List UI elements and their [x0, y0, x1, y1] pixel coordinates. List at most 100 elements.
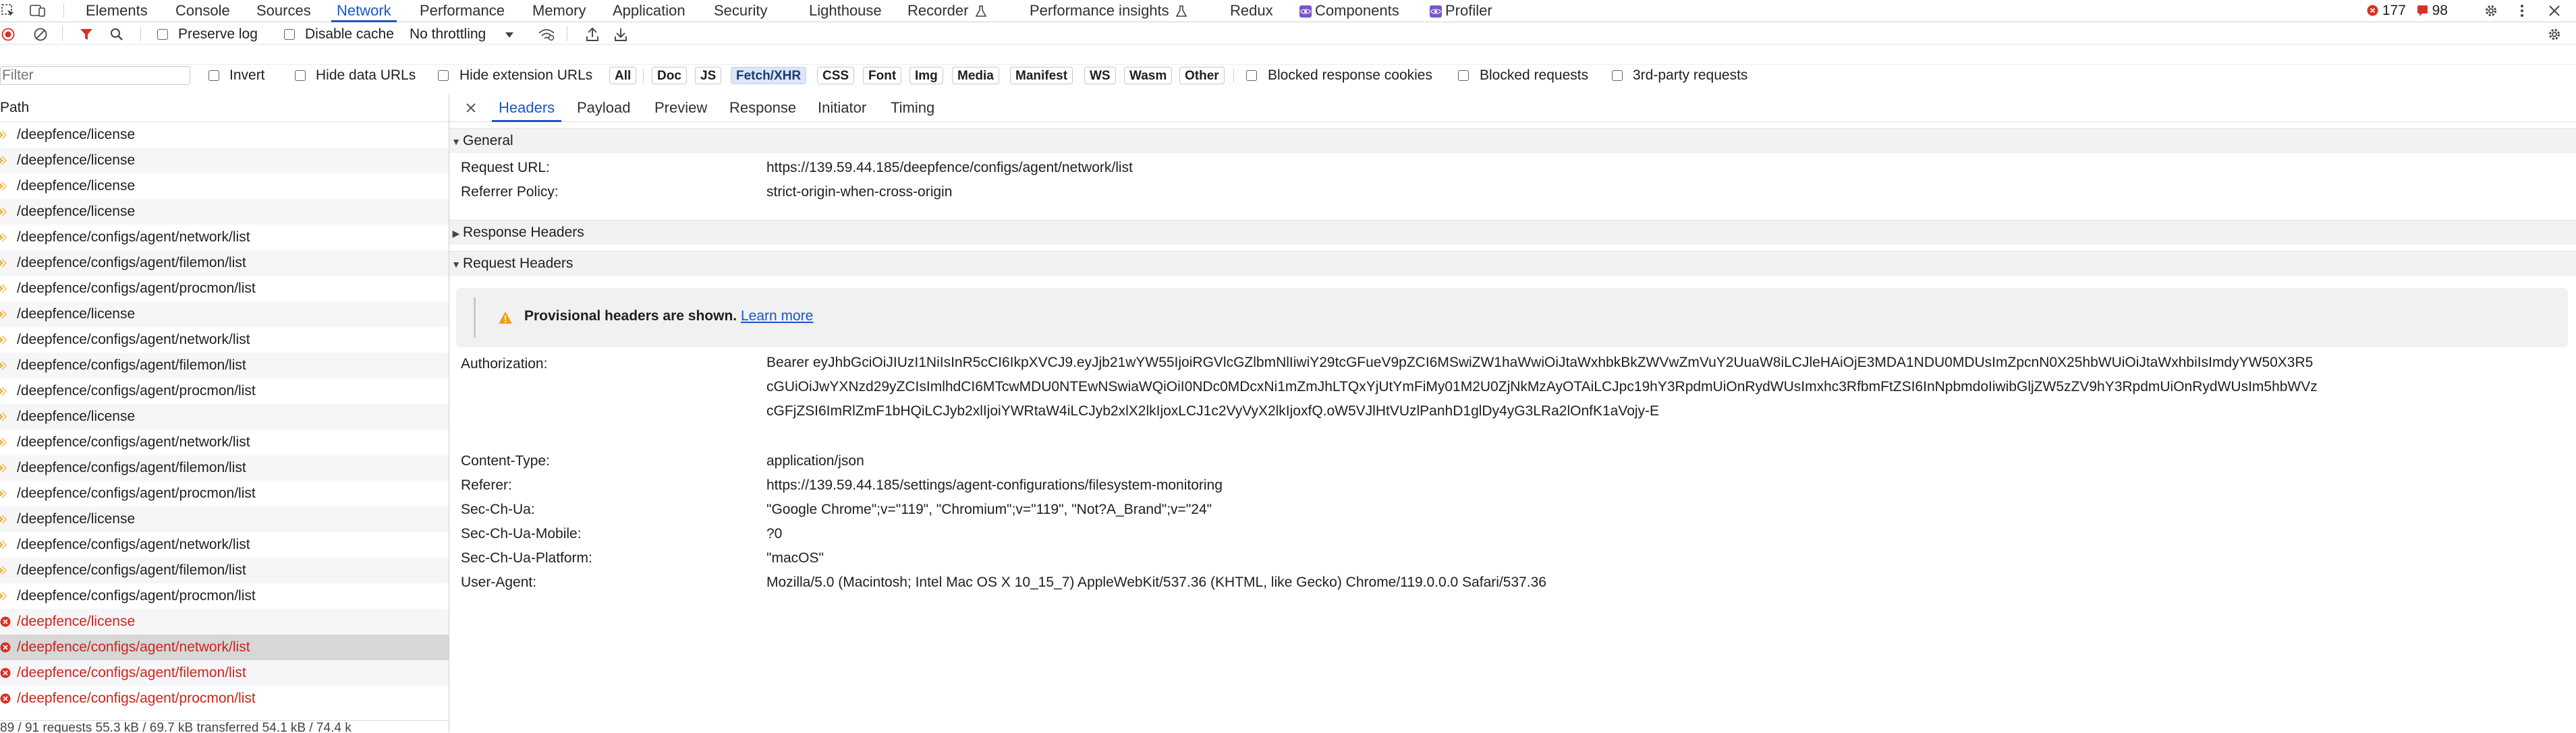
request-row[interactable]: /deepfence/configs/agent/filemon/list — [0, 353, 449, 378]
import-har-icon[interactable] — [586, 27, 599, 42]
xhr-request-icon — [0, 284, 7, 293]
type-filter-img[interactable]: Img — [909, 67, 943, 84]
issue-counters[interactable]: 177 98 — [2367, 0, 2448, 22]
general-section-header[interactable]: ▼ General — [449, 128, 2576, 153]
request-row[interactable]: /deepfence/configs/agent/filemon/list — [0, 455, 449, 481]
tab-response[interactable]: Response — [729, 94, 796, 121]
request-row[interactable]: /deepfence/license — [0, 148, 449, 173]
error-icon — [0, 642, 11, 653]
request-path: /deepfence/configs/agent/procmon/list — [17, 383, 256, 399]
tab-performance[interactable]: Performance — [420, 0, 505, 22]
response-headers-section-header[interactable]: ▶ Response Headers — [449, 220, 2576, 245]
disable-cache-checkbox[interactable] — [284, 29, 295, 40]
request-headers-section-header[interactable]: ▼ Request Headers — [449, 251, 2576, 276]
type-filter-font[interactable]: Font — [863, 67, 902, 84]
preserve-log-checkbox[interactable] — [157, 29, 168, 40]
invert-checkbox[interactable] — [208, 70, 219, 81]
request-row[interactable]: /deepfence/configs/agent/procmon/list — [0, 276, 449, 301]
request-row[interactable]: /deepfence/license — [0, 173, 449, 199]
request-row[interactable]: /deepfence/configs/agent/procmon/list — [0, 686, 449, 711]
tab-redux[interactable]: Redux — [1230, 0, 1273, 22]
xhr-request-icon — [0, 361, 7, 370]
type-filter-css[interactable]: CSS — [817, 67, 855, 84]
request-row[interactable]: /deepfence/license — [0, 404, 449, 430]
tab-console[interactable]: Console — [175, 0, 230, 22]
type-filter-all[interactable]: All — [609, 67, 637, 84]
export-har-icon[interactable] — [614, 27, 627, 42]
type-filter-manifest[interactable]: Manifest — [1010, 67, 1073, 84]
close-details-icon[interactable] — [466, 102, 476, 113]
close-devtools-icon[interactable] — [2548, 5, 2560, 17]
warning-icon — [499, 312, 512, 324]
tab-recorder[interactable]: Recorder — [907, 0, 986, 22]
experiment-flask-icon — [1175, 5, 1187, 17]
disable-cache-label: Disable cache — [305, 26, 394, 42]
tab-memory[interactable]: Memory — [532, 0, 586, 22]
tab-network[interactable]: Network — [331, 0, 397, 22]
type-filter-js[interactable]: JS — [695, 67, 722, 84]
type-filter-other[interactable]: Other — [1179, 67, 1225, 84]
request-row[interactable]: /deepfence/configs/agent/network/list — [0, 225, 449, 250]
hide-extension-urls-checkbox[interactable] — [438, 70, 449, 81]
learn-more-link[interactable]: Learn more — [741, 308, 813, 324]
tab-components[interactable]: Components — [1299, 0, 1399, 22]
hide-extension-urls-label: Hide extension URLs — [459, 67, 593, 83]
third-party-requests-checkbox[interactable] — [1612, 70, 1623, 81]
settings-gear-icon[interactable] — [2484, 3, 2498, 18]
tab-timing[interactable]: Timing — [891, 94, 934, 121]
request-row[interactable]: /deepfence/license — [0, 199, 449, 225]
type-filter-wasm[interactable]: Wasm — [1124, 67, 1173, 84]
request-row[interactable]: /deepfence/configs/agent/procmon/list — [0, 378, 449, 404]
blocked-response-cookies-label: Blocked response cookies — [1268, 67, 1432, 83]
tab-performance-insights[interactable]: Performance insights — [1030, 0, 1187, 22]
tab-application[interactable]: Application — [613, 0, 685, 22]
type-filter-fetch-xhr[interactable]: Fetch/XHR — [731, 67, 807, 84]
more-options-icon[interactable] — [2519, 3, 2525, 18]
search-icon[interactable] — [110, 28, 123, 41]
request-row[interactable]: /deepfence/license — [0, 301, 449, 327]
third-party-requests-label: 3rd-party requests — [1633, 67, 1748, 83]
tab-headers[interactable]: Headers — [491, 94, 562, 122]
type-filter-doc[interactable]: Doc — [652, 67, 687, 84]
throttling-select[interactable]: No throttling — [410, 26, 514, 42]
request-row[interactable]: /deepfence/license — [0, 506, 449, 532]
request-path: /deepfence/configs/agent/filemon/list — [17, 562, 246, 578]
warning-count: 98 — [2432, 3, 2448, 18]
tab-sources[interactable]: Sources — [256, 0, 311, 22]
blocked-requests-checkbox[interactable] — [1458, 70, 1469, 81]
tab-profiler[interactable]: Profiler — [1430, 0, 1492, 22]
type-filter-ws[interactable]: WS — [1084, 67, 1116, 84]
tab-initiator[interactable]: Initiator — [818, 94, 866, 121]
blocked-response-cookies-checkbox[interactable] — [1246, 70, 1257, 81]
tab-elements[interactable]: Elements — [86, 0, 148, 22]
filter-input[interactable] — [0, 66, 190, 85]
inspect-element-icon[interactable] — [1, 4, 16, 18]
type-filter-media[interactable]: Media — [952, 67, 999, 84]
request-row[interactable]: /deepfence/configs/agent/procmon/list — [0, 481, 449, 506]
tab-payload[interactable]: Payload — [577, 94, 631, 121]
request-row[interactable]: /deepfence/configs/agent/procmon/list — [0, 583, 449, 609]
path-column-header[interactable]: Path — [0, 94, 449, 122]
request-row[interactable]: /deepfence/configs/agent/network/list — [0, 635, 449, 660]
record-stop-icon[interactable] — [1, 28, 15, 41]
xhr-request-icon — [0, 438, 7, 447]
tab-security[interactable]: Security — [714, 0, 767, 22]
network-settings-gear-icon[interactable] — [2547, 27, 2562, 42]
request-row[interactable]: /deepfence/configs/agent/filemon/list — [0, 558, 449, 583]
content-type-value: application/json — [766, 453, 864, 469]
request-row[interactable]: /deepfence/configs/agent/filemon/list — [0, 250, 449, 276]
hide-data-urls-checkbox[interactable] — [295, 70, 306, 81]
tab-preview[interactable]: Preview — [654, 94, 707, 121]
request-row[interactable]: /deepfence/configs/agent/filemon/list — [0, 660, 449, 686]
request-row[interactable]: /deepfence/configs/agent/network/list — [0, 430, 449, 455]
user-agent-key: User-Agent: — [461, 575, 537, 590]
network-conditions-icon[interactable] — [538, 28, 555, 41]
clear-icon[interactable] — [34, 28, 47, 41]
request-row[interactable]: /deepfence/configs/agent/network/list — [0, 532, 449, 558]
request-row[interactable]: /deepfence/configs/agent/network/list — [0, 327, 449, 353]
request-row[interactable]: /deepfence/license — [0, 609, 449, 635]
request-row[interactable]: /deepfence/license — [0, 122, 449, 148]
device-toolbar-icon[interactable] — [30, 4, 46, 18]
tab-lighthouse[interactable]: Lighthouse — [809, 0, 882, 22]
filter-funnel-icon[interactable] — [80, 28, 93, 41]
